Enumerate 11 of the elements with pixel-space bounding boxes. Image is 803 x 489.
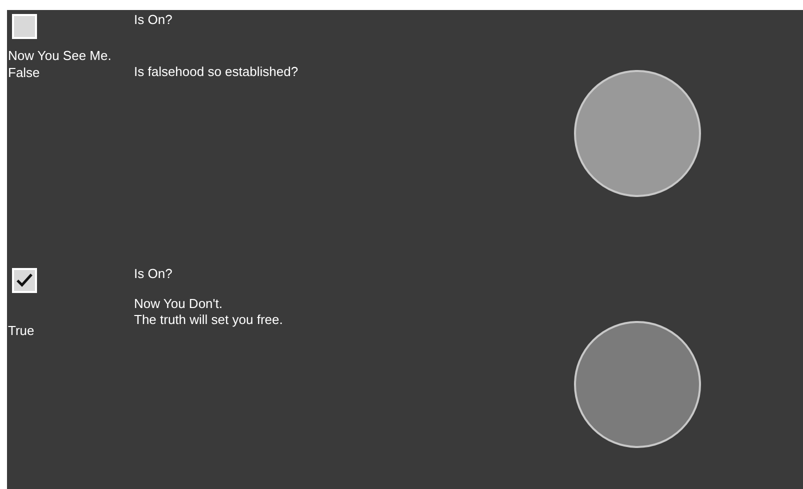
caption: Now You See Me. xyxy=(8,48,112,64)
checkbox[interactable] xyxy=(12,14,37,39)
caption: Now You Don't. xyxy=(134,296,224,312)
question-label: Is On? xyxy=(134,12,174,28)
question-label: Is On? xyxy=(134,266,174,282)
state-text: True xyxy=(8,322,36,338)
checkbox[interactable] xyxy=(12,268,37,292)
checkmark-icon xyxy=(16,273,33,287)
state-text: False xyxy=(8,65,41,81)
message: The truth will set you free. xyxy=(134,312,284,328)
message: Is falsehood so established? xyxy=(134,64,300,80)
